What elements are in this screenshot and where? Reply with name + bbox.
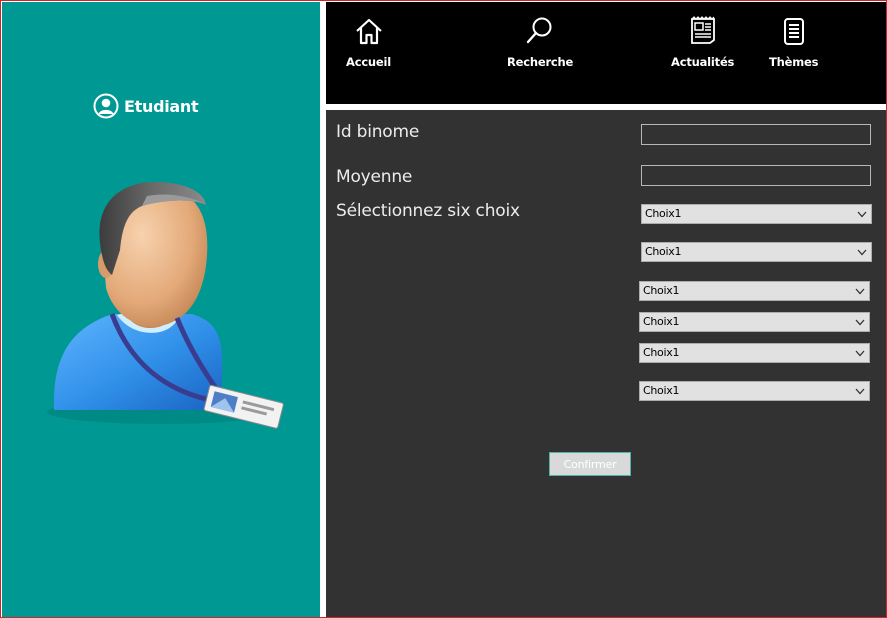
- choice-select-6[interactable]: Choix1: [639, 381, 870, 401]
- id-binome-label: Id binome: [336, 122, 420, 142]
- user-circle-icon: [93, 93, 119, 119]
- chevron-down-icon: [855, 288, 865, 295]
- newspaper-icon: [690, 16, 715, 44]
- choice-select-5-value: Choix1: [643, 346, 680, 359]
- nav-item-actualites[interactable]: Actualités: [671, 16, 734, 69]
- chevron-down-icon: [855, 388, 865, 395]
- nav-label-accueil: Accueil: [346, 55, 392, 69]
- user-header: Etudiant: [93, 93, 199, 119]
- choice-select-5[interactable]: Choix1: [639, 343, 870, 363]
- student-avatar: [47, 182, 284, 429]
- chevron-down-icon: [855, 350, 865, 357]
- nav-item-accueil[interactable]: Accueil: [346, 16, 391, 69]
- chevron-down-icon: [855, 319, 865, 326]
- nav-label-themes: Thèmes: [769, 55, 819, 69]
- choice-select-6-value: Choix1: [643, 384, 680, 397]
- choice-select-1[interactable]: Choix1: [641, 204, 872, 224]
- choice-select-2[interactable]: Choix1: [641, 242, 872, 262]
- moyenne-label: Moyenne: [336, 167, 413, 187]
- choices-label: Sélectionnez six choix: [336, 201, 520, 221]
- choice-select-2-value: Choix1: [645, 245, 682, 258]
- choice-select-4-value: Choix1: [643, 315, 680, 328]
- moyenne-input[interactable]: [641, 165, 871, 186]
- sidebar: Etudiant: [2, 2, 320, 617]
- app-window: Etudiant Accueil Recherche Actualités Th…: [0, 0, 887, 618]
- nav-label-actualites: Actualités: [671, 55, 735, 69]
- choice-select-1-value: Choix1: [645, 207, 682, 220]
- top-nav-bar: Accueil Recherche Actualités Thèmes: [326, 2, 886, 104]
- nav-item-themes[interactable]: Thèmes: [769, 16, 818, 69]
- choice-select-4[interactable]: Choix1: [639, 312, 870, 332]
- user-role-label: Etudiant: [124, 96, 199, 116]
- id-binome-input[interactable]: [641, 124, 871, 145]
- home-icon: [355, 18, 382, 45]
- chevron-down-icon: [857, 211, 867, 218]
- form-panel: Id binome Moyenne Sélectionnez six choix…: [326, 110, 886, 617]
- confirm-button[interactable]: Confirmer: [549, 452, 631, 476]
- nav-label-recherche: Recherche: [507, 55, 574, 69]
- search-icon: [526, 17, 552, 44]
- chevron-down-icon: [857, 249, 867, 256]
- document-list-icon: [783, 18, 804, 45]
- choice-select-3[interactable]: Choix1: [639, 281, 870, 301]
- choice-select-3-value: Choix1: [643, 284, 680, 297]
- nav-item-recherche[interactable]: Recherche: [507, 16, 573, 69]
